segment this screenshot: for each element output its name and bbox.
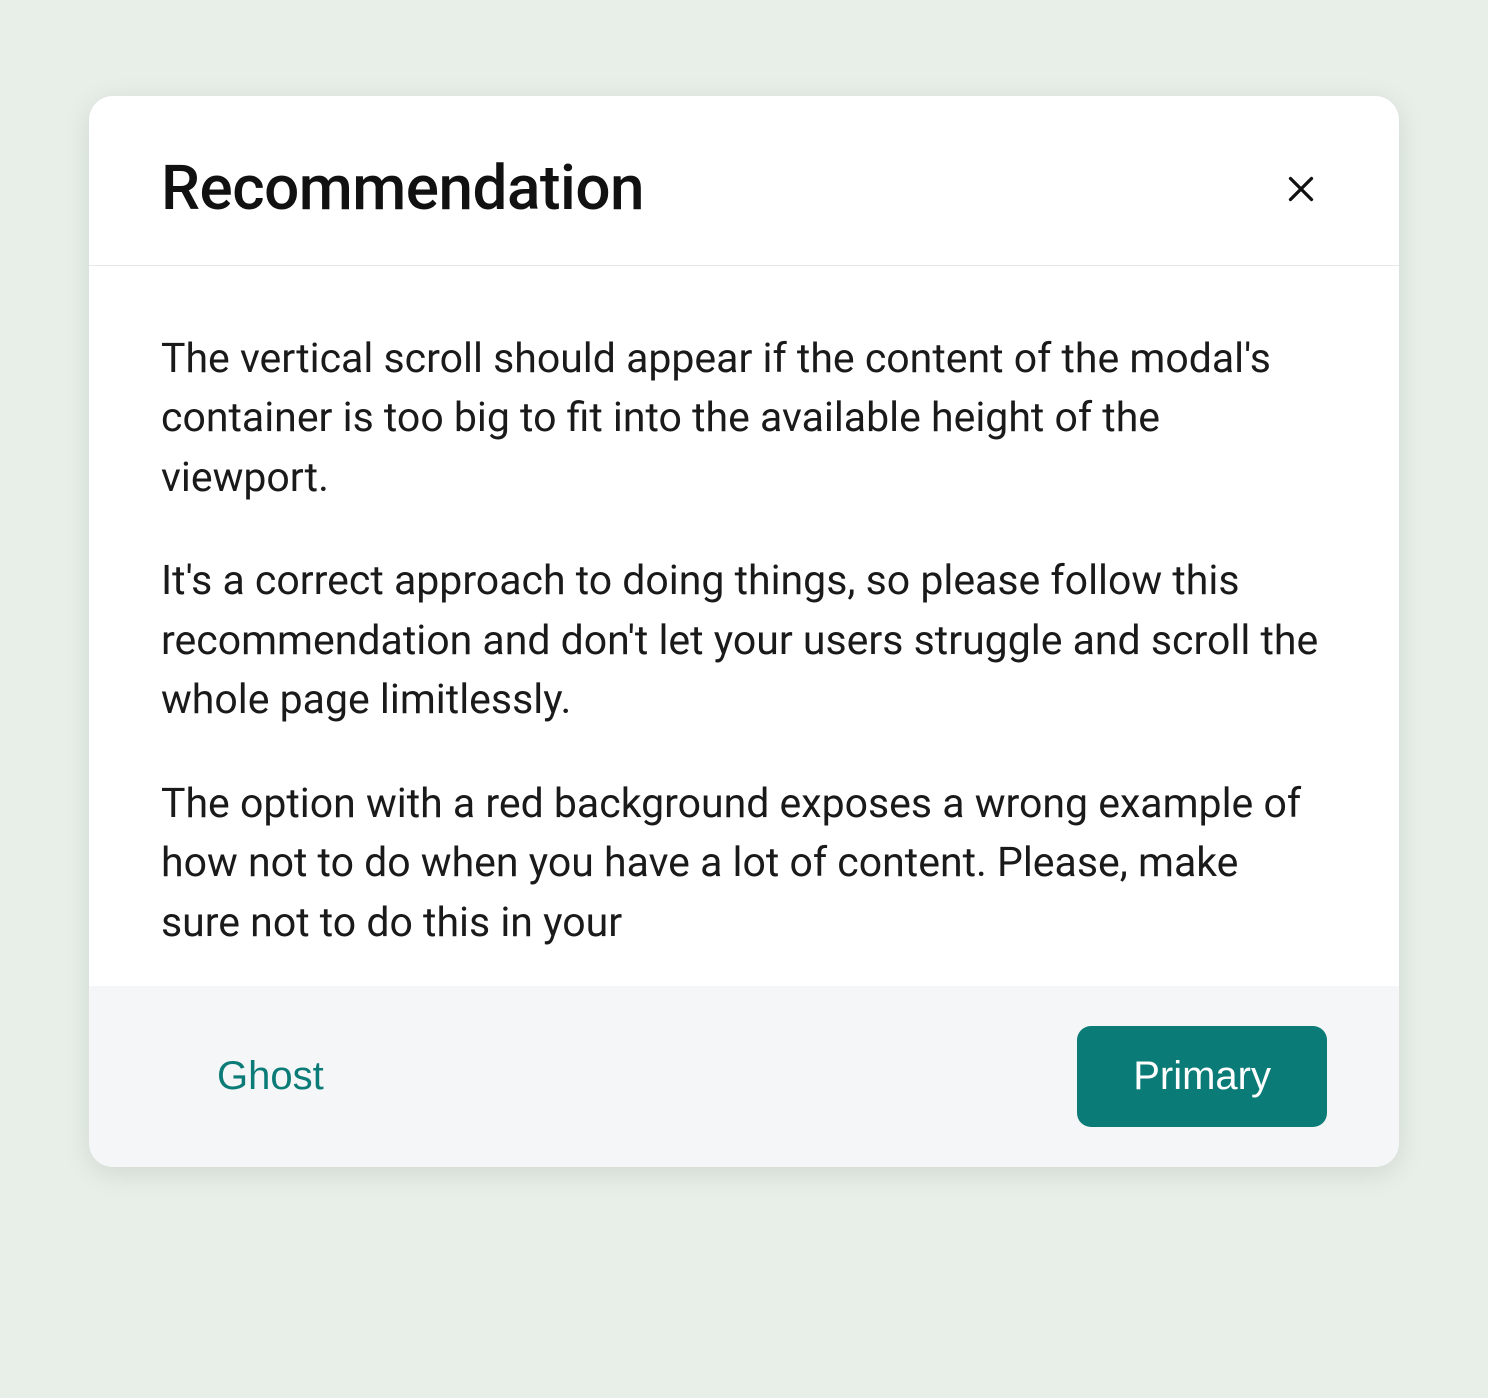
close-button[interactable] [1275, 163, 1327, 215]
primary-button[interactable]: Primary [1077, 1026, 1327, 1127]
close-icon [1283, 171, 1319, 207]
ghost-button[interactable]: Ghost [161, 1026, 380, 1127]
page-backdrop: Recommendation The vertical scroll shoul… [0, 0, 1488, 1398]
modal-title: Recommendation [161, 152, 644, 225]
body-paragraph: It's a correct approach to doing things,… [161, 552, 1327, 730]
modal-header: Recommendation [89, 96, 1399, 266]
modal-footer: Ghost Primary [89, 986, 1399, 1167]
body-paragraph: The option with a red background exposes… [161, 775, 1327, 953]
modal-body-scroll[interactable]: The vertical scroll should appear if the… [89, 266, 1399, 986]
body-paragraph: The vertical scroll should appear if the… [161, 330, 1327, 508]
modal-dialog: Recommendation The vertical scroll shoul… [89, 96, 1399, 1167]
